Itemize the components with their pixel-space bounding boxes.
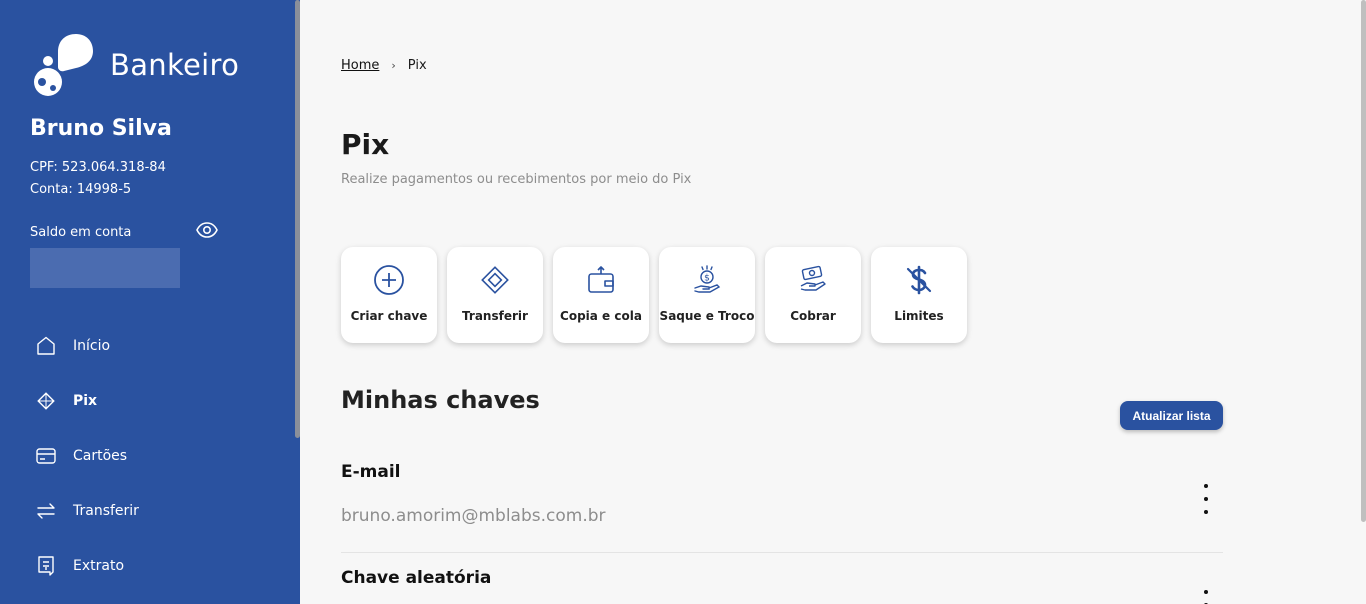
transfer-icon [35, 500, 57, 522]
action-label: Saque e Troco [659, 309, 755, 323]
coin-hand-icon: $ [691, 263, 723, 297]
sidebar-item-cartoes[interactable]: Cartões [0, 428, 295, 483]
bankeiro-logo-icon [34, 34, 93, 96]
eye-icon[interactable] [196, 221, 218, 243]
balance-label: Saldo em conta [30, 225, 132, 240]
home-icon [35, 335, 57, 357]
wallet-icon [585, 263, 617, 297]
refresh-list-button[interactable]: Atualizar lista [1120, 401, 1223, 430]
breadcrumb-home-link[interactable]: Home [341, 58, 379, 73]
user-cpf: CPF: 523.064.318-84 [30, 160, 166, 175]
key-value: bruno.amorim@mblabs.com.br [341, 506, 606, 526]
sidebar-item-inicio[interactable]: Início [0, 318, 295, 373]
key-type: E-mail [341, 462, 401, 482]
key-list-item: Chave aleatória [341, 568, 1223, 604]
main-content: Home › Pix Pix Realize pagamentos ou rec… [300, 0, 1360, 604]
user-account: Conta: 14998-5 [30, 182, 132, 197]
balance-hidden-box [30, 248, 180, 288]
sidebar-item-label: Transferir [73, 502, 139, 519]
action-label: Copia e cola [560, 309, 642, 323]
brand-logo[interactable]: Bankeiro [30, 32, 239, 98]
key-type: Chave aleatória [341, 568, 492, 588]
plus-circle-icon [373, 263, 405, 297]
sidebar-item-label: Extrato [73, 557, 125, 574]
key-list-item: E-mail bruno.amorim@mblabs.com.br [341, 462, 1223, 553]
action-criar-chave-button[interactable]: Criar chave [341, 247, 437, 343]
action-transferir-button[interactable]: Transferir [447, 247, 543, 343]
page-subtitle: Realize pagamentos ou recebimentos por m… [341, 172, 692, 187]
breadcrumb-current: Pix [407, 58, 427, 73]
pix-actions: Criar chave Transferir Copia e cola $ Sa… [341, 247, 977, 343]
page-title: Pix [341, 128, 390, 161]
sidebar-item-pix[interactable]: Pix [0, 373, 295, 428]
cash-hand-icon [797, 263, 829, 297]
keys-section-title: Minhas chaves [341, 386, 540, 414]
user-name: Bruno Silva [30, 116, 172, 141]
action-limites-button[interactable]: Limites [871, 247, 967, 343]
receipt-icon [35, 555, 57, 577]
svg-text:$: $ [704, 274, 710, 284]
action-cobrar-button[interactable]: Cobrar [765, 247, 861, 343]
action-label: Cobrar [790, 309, 836, 323]
action-saque-e-troco-button[interactable]: $ Saque e Troco [659, 247, 755, 343]
dollar-off-icon [903, 263, 935, 297]
sidebar-item-label: Cartões [73, 447, 128, 464]
sidebar-nav: Início Pix Cartões Transferir Extrato [0, 318, 295, 593]
main-scrollbar[interactable] [1361, 0, 1366, 522]
sidebar: Bankeiro Bruno Silva CPF: 523.064.318-84… [0, 0, 300, 604]
card-icon [35, 445, 57, 467]
sidebar-item-extrato[interactable]: Extrato [0, 538, 295, 593]
action-label: Criar chave [350, 309, 428, 323]
chevron-right-icon: › [391, 59, 396, 72]
sidebar-item-transferir[interactable]: Transferir [0, 483, 295, 538]
breadcrumb: Home › Pix [341, 58, 427, 73]
brand-name: Bankeiro [110, 48, 240, 82]
pix-icon [479, 263, 511, 297]
pix-icon [35, 390, 57, 412]
sidebar-item-label: Pix [73, 392, 98, 409]
action-copia-e-cola-button[interactable]: Copia e cola [553, 247, 649, 343]
more-options-icon[interactable] [1201, 484, 1211, 514]
more-options-icon[interactable] [1201, 590, 1211, 604]
action-label: Transferir [462, 309, 528, 323]
sidebar-item-label: Início [73, 337, 111, 354]
action-label: Limites [894, 309, 944, 323]
